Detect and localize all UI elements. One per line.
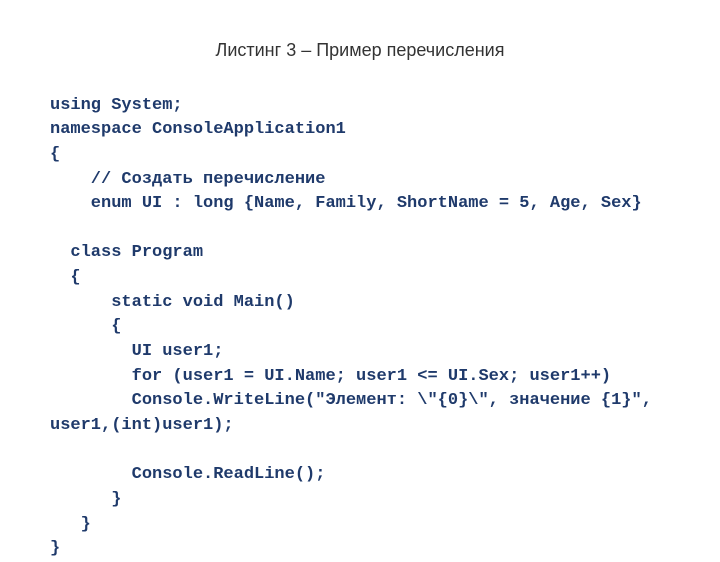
code-line: namespace ConsoleApplication1 bbox=[50, 120, 346, 139]
code-line: using System; bbox=[50, 96, 183, 115]
code-line: } bbox=[50, 515, 91, 534]
code-line: { bbox=[50, 317, 121, 336]
code-line: for (user1 = UI.Name; user1 <= UI.Sex; u… bbox=[50, 367, 611, 386]
code-line: } bbox=[50, 490, 121, 509]
code-line: Console.WriteLine("Элемент: \"{0}\", зна… bbox=[50, 391, 652, 410]
code-line: class Program bbox=[50, 243, 203, 262]
code-line: static void Main() bbox=[50, 293, 295, 312]
code-line: } bbox=[50, 539, 60, 558]
code-line: user1,(int)user1); bbox=[50, 416, 234, 435]
code-block: using System; namespace ConsoleApplicati… bbox=[50, 69, 670, 562]
code-line: { bbox=[50, 268, 81, 287]
code-line: { bbox=[50, 145, 60, 164]
code-line: // Создать перечисление bbox=[50, 170, 325, 189]
code-line: UI user1; bbox=[50, 342, 223, 361]
code-line: enum UI : long {Name, Family, ShortName … bbox=[50, 194, 642, 213]
code-line: Console.ReadLine(); bbox=[50, 465, 325, 484]
listing-title: Листинг 3 – Пример перечисления bbox=[50, 40, 670, 61]
